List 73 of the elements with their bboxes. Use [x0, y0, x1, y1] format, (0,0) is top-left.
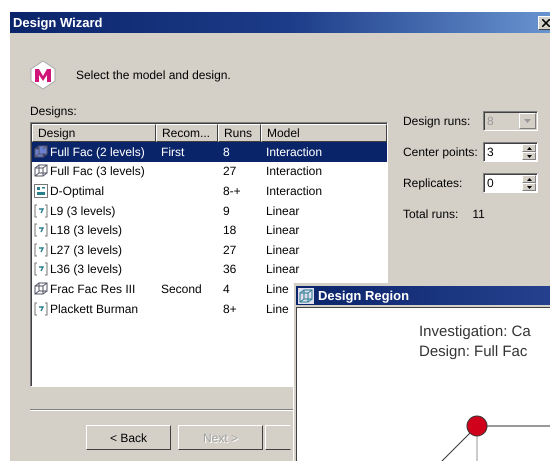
design-name: L27 (3 levels): [50, 242, 122, 259]
design-name: Plackett Burman: [50, 300, 138, 318]
matrix-icon: [34, 204, 48, 218]
dropdown-arrow-icon: [524, 119, 531, 123]
table-cell: Interaction: [266, 184, 322, 198]
list-item[interactable]: Full Fac (2 levels) First 8 Interaction: [32, 142, 387, 162]
list-item[interactable]: L36 (3 levels) 36 Linear: [32, 260, 387, 280]
list-item[interactable]: L18 (3 levels) 18 Linear: [32, 220, 387, 240]
table-cell: Linear: [266, 223, 300, 238]
matrix-icon: [34, 302, 48, 316]
list-item[interactable]: L9 (3 levels) 9 Linear: [32, 200, 387, 220]
table-cell: Interaction: [266, 164, 322, 178]
column-header[interactable]: Runs: [218, 124, 261, 142]
design-name: L36 (3 levels): [50, 261, 122, 278]
column-header[interactable]: Recom...: [156, 124, 218, 142]
spin-field[interactable]: 3: [483, 142, 538, 162]
designs-label: Designs:: [30, 104, 78, 118]
table-cell: 36: [223, 262, 236, 276]
column-header[interactable]: Model: [261, 124, 387, 142]
down-arrow-icon: [526, 186, 532, 188]
table-cell: 27: [223, 164, 236, 178]
spin-field[interactable]: 0: [483, 173, 538, 193]
matrix-icon: [34, 242, 48, 257]
logo-icon: [30, 60, 56, 90]
info-text: Design: Full Fac: [419, 342, 528, 362]
close-button[interactable]: [538, 16, 550, 30]
design-name: Frac Fac Res III: [50, 280, 136, 298]
table-cell: Linear: [266, 204, 300, 218]
design-name: Full Fac (2 levels): [50, 144, 145, 161]
list-item[interactable]: L27 (3 levels) 27 Linear: [32, 240, 387, 260]
design-name: Full Fac (3 levels): [50, 163, 145, 180]
table-cell: 9: [223, 204, 230, 218]
table-cell: Line: [266, 282, 289, 296]
design-name: L18 (3 levels): [50, 222, 122, 240]
field-label: Replicates:: [403, 176, 464, 190]
up-arrow-icon: [526, 146, 532, 150]
table-cell: First: [161, 144, 184, 159]
table-cell: 8-+: [223, 184, 241, 198]
table-cell: Interaction: [266, 144, 322, 159]
table-cell: 8: [223, 144, 230, 159]
table-cell: Linear: [266, 242, 300, 257]
field-label: Center points:: [403, 145, 479, 159]
wizard-button[interactable]: [265, 425, 291, 450]
design-name: L9 (3 levels): [50, 202, 116, 220]
field-label: Design runs:: [403, 114, 472, 128]
table-cell: 27: [223, 242, 236, 257]
cube-icon: [298, 288, 314, 304]
table-cell: Line: [266, 302, 289, 316]
window-title: Design Region: [318, 288, 410, 303]
table-cell: 18: [223, 223, 236, 238]
grid-icon: [34, 184, 48, 198]
wizard-button[interactable]: < Back: [86, 425, 171, 450]
cube-icon: [34, 164, 48, 178]
matrix-icon: [34, 262, 48, 276]
table-cell: Linear: [266, 262, 300, 276]
up-arrow-icon: [526, 178, 532, 180]
total-runs-value: 11: [472, 207, 485, 221]
list-item[interactable]: D-Optimal 8-+ Interaction: [32, 181, 387, 201]
instruction-text: Select the model and design.: [76, 68, 231, 82]
cube-icon: [34, 282, 48, 296]
window-title: Design Wizard: [13, 15, 102, 30]
info-text: Investigation: Ca: [419, 322, 532, 342]
column-header[interactable]: Design: [32, 124, 156, 142]
down-arrow-icon: [526, 154, 532, 158]
table-cell: 4: [223, 282, 230, 296]
design-name: D-Optimal: [50, 182, 104, 200]
table-cell: Second: [161, 282, 202, 296]
matrix-icon: [34, 223, 48, 238]
list-item[interactable]: Full Fac (3 levels) 27 Interaction: [32, 162, 387, 182]
close-icon: [542, 18, 550, 26]
table-cell: 8+: [223, 302, 237, 316]
cube-icon: [34, 144, 48, 159]
field-label: Total runs:: [403, 207, 458, 221]
